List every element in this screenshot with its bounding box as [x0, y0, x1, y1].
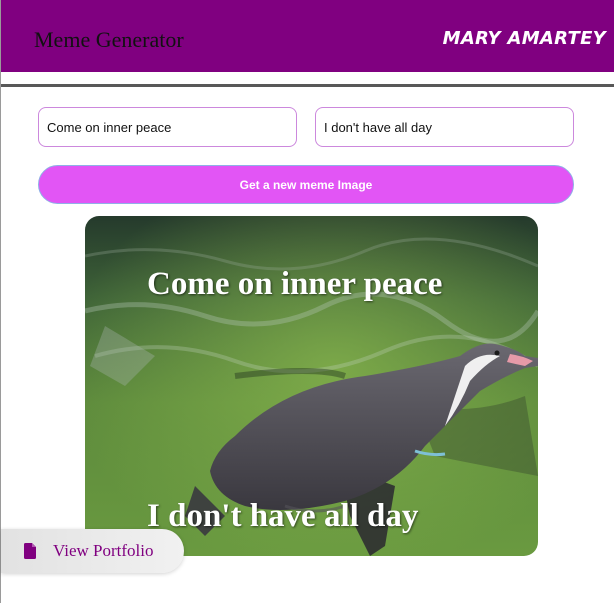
app-title: Meme Generator [34, 27, 184, 52]
meme-bottom-text: I don't have all day [147, 498, 419, 534]
view-portfolio-label: View Portfolio [53, 541, 154, 560]
meme-generator-page: Meme Generator MARY AMARTEY Get a new me… [0, 0, 614, 603]
app-header: Meme Generator MARY AMARTEY [1, 0, 614, 72]
top-text-input[interactable] [38, 107, 297, 147]
header-divider [1, 84, 614, 87]
meme-preview: Come on inner peace I don't have all day [85, 216, 538, 556]
view-portfolio-link[interactable]: View Portfolio [1, 529, 184, 573]
author-name: MARY AMARTEY [442, 28, 606, 49]
bottom-text-input[interactable] [315, 107, 574, 147]
get-meme-image-button[interactable]: Get a new meme Image [38, 165, 574, 204]
file-icon [24, 543, 36, 559]
meme-top-text: Come on inner peace [147, 266, 443, 302]
